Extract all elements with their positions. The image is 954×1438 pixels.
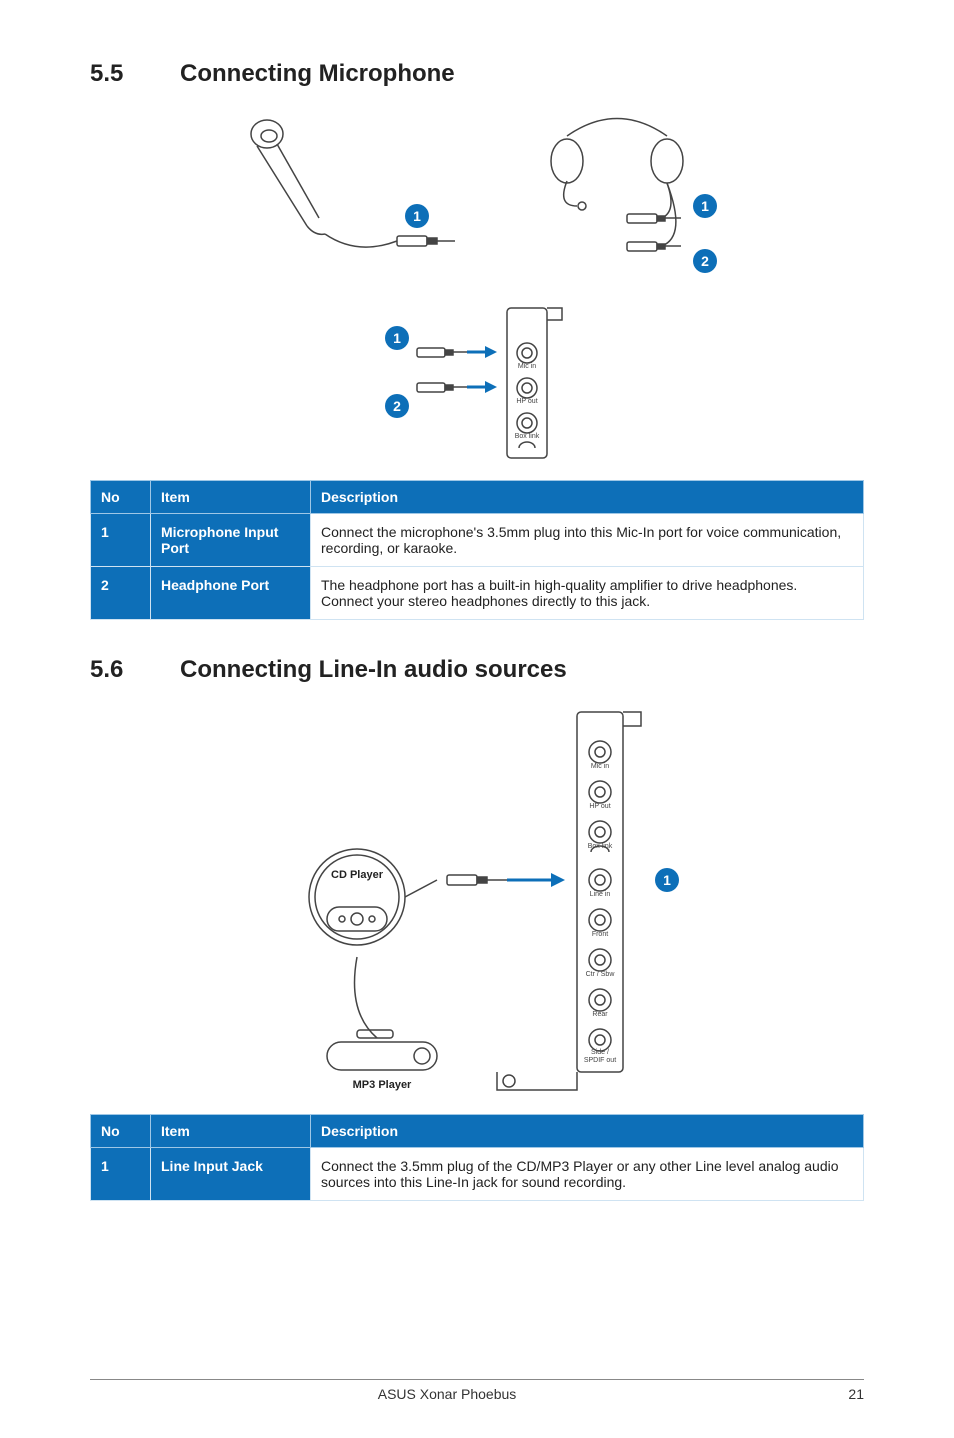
svg-text:1: 1 [663,872,671,888]
th-item: Item [151,481,311,514]
svg-text:2: 2 [701,253,709,269]
label-front: Front [592,931,608,938]
label-rear: Rear [592,1011,608,1018]
th-no: No [91,481,151,514]
cell-item: Headphone Port [151,567,311,620]
section-number: 5.5 [90,60,180,88]
diagram-mic-headset: 1 1 2 [90,106,864,286]
table-row: 1 Line Input Jack Connect the 3.5mm plug… [91,1148,864,1201]
svg-text:1: 1 [393,330,401,346]
svg-text:2: 2 [393,398,401,414]
label-mic-in: Mic in [591,763,609,770]
page-footer: ASUS Xonar Phoebus 21 [90,1379,864,1402]
section-heading-56: 5.6 Connecting Line-In audio sources [90,656,864,684]
cell-desc: The headphone port has a built-in high-q… [311,567,864,620]
svg-text:1: 1 [701,198,709,214]
table-56: No Item Description 1 Line Input Jack Co… [90,1114,864,1201]
section-title: Connecting Line-In audio sources [180,656,567,684]
table-row: 1 Microphone Input Port Connect the micr… [91,514,864,567]
cell-no: 1 [91,1148,151,1201]
cell-desc: Connect the microphone's 3.5mm plug into… [311,514,864,567]
footer-page: 21 [804,1386,864,1402]
label-line-in: Line in [590,891,611,898]
label-hp-out: HP out [589,803,610,810]
section-title: Connecting Microphone [180,60,455,88]
th-no: No [91,1115,151,1148]
table-row: 2 Headphone Port The headphone port has … [91,567,864,620]
label-mic-in: Mic in [518,363,536,370]
table-55: No Item Description 1 Microphone Input P… [90,480,864,620]
cell-desc: Connect the 3.5mm plug of the CD/MP3 Pla… [311,1148,864,1201]
label-box-link: Box link [515,433,540,440]
diagram-bracket-top: Mic in HP out Box link 1 2 [90,298,864,468]
label-box-link: Box link [588,843,613,850]
label-ctr-sbw: Ctr / Sbw [586,971,616,978]
section-number: 5.6 [90,656,180,684]
th-item: Item [151,1115,311,1148]
th-desc: Description [311,481,864,514]
label-mp3-player: MP3 Player [353,1079,412,1091]
section-heading-55: 5.5 Connecting Microphone [90,60,864,88]
label-cd-player: CD Player [331,869,384,881]
diagram-line-in: Mic in HP out Box link Line in Front Ctr… [90,702,864,1102]
footer-product: ASUS Xonar Phoebus [90,1386,804,1402]
cell-no: 1 [91,514,151,567]
svg-text:1: 1 [413,208,421,224]
cell-no: 2 [91,567,151,620]
cell-item: Microphone Input Port [151,514,311,567]
label-hp-out: HP out [516,398,537,405]
cell-item: Line Input Jack [151,1148,311,1201]
label-side-spdif: Side /SPDIF out [584,1049,616,1064]
th-desc: Description [311,1115,864,1148]
